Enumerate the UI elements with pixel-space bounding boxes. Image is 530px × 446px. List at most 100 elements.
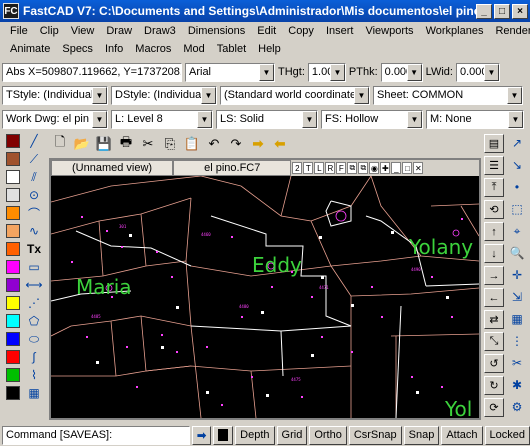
minimize-button[interactable]: _ xyxy=(476,3,492,19)
line-style-select[interactable]: LS: Solid ▼ xyxy=(216,109,318,129)
color-swatch-orange[interactable] xyxy=(6,206,20,220)
view-control-t[interactable]: T xyxy=(303,162,314,174)
menu-specs[interactable]: Specs xyxy=(56,43,99,55)
settings-icon[interactable]: ⚙ xyxy=(507,398,527,416)
node-icon[interactable]: ⋮ xyxy=(507,332,527,350)
trim-icon[interactable]: ✂ xyxy=(507,354,527,372)
properties-icon[interactable]: ▤ xyxy=(484,134,504,153)
redraw-icon[interactable]: ✚ xyxy=(380,162,391,174)
color-swatch-red-orange[interactable] xyxy=(6,242,20,256)
view-control-f[interactable]: F xyxy=(336,162,347,174)
menu-draw3[interactable]: Draw3 xyxy=(138,25,182,37)
menu-workplanes[interactable]: Workplanes xyxy=(420,25,490,37)
view-control-l[interactable]: L xyxy=(314,162,325,174)
work-drawing-select[interactable]: Work Dwg: el pin ▼ xyxy=(2,109,108,129)
ortho-button[interactable]: Ortho xyxy=(309,425,347,445)
current-color-swatch[interactable] xyxy=(213,425,234,445)
color-swatch-yellow[interactable] xyxy=(6,296,20,310)
menu-mod[interactable]: Mod xyxy=(177,43,210,55)
point-icon[interactable]: • xyxy=(507,178,527,196)
chevron-down-icon[interactable]: ▼ xyxy=(201,86,216,104)
arrow-down-icon[interactable]: ↓ xyxy=(484,244,504,263)
depth-button[interactable]: Depth xyxy=(235,425,275,445)
text-height-select[interactable]: 1.00 ▼ xyxy=(307,62,346,82)
redo-icon[interactable]: ↷ xyxy=(226,134,246,154)
chevron-down-icon[interactable]: ▼ xyxy=(302,110,317,128)
close-view-icon[interactable]: ✕ xyxy=(413,162,424,174)
bezier-tool-icon[interactable]: ⌇ xyxy=(24,366,44,384)
layers-view-icon[interactable]: ⧉ xyxy=(358,162,369,174)
attach-button[interactable]: Attach xyxy=(441,425,483,445)
arrow-up-icon[interactable]: ↑ xyxy=(484,222,504,241)
coordinate-system-select[interactable]: (Standard world coordinates ▼ xyxy=(220,85,370,105)
color-swatch-white[interactable] xyxy=(6,170,20,184)
dimension-tool-icon[interactable]: ⟷ xyxy=(24,276,44,294)
cut-icon[interactable]: ✂ xyxy=(138,134,158,154)
stretch-icon[interactable]: ⤡ xyxy=(484,332,504,351)
chevron-down-icon[interactable]: ▼ xyxy=(406,63,422,81)
pan-icon[interactable]: ↘ xyxy=(507,156,527,174)
menu-view[interactable]: View xyxy=(65,25,101,37)
menu-clip[interactable]: Clip xyxy=(34,25,65,37)
tab-file[interactable]: el pino.FC7 xyxy=(173,160,292,176)
rectangle-tool-icon[interactable]: ▭ xyxy=(24,258,44,276)
grid-icon[interactable]: ▦ xyxy=(507,310,527,328)
close-button[interactable]: × xyxy=(512,3,528,19)
fill-style-select[interactable]: FS: Hollow ▼ xyxy=(321,109,423,129)
minimize-view-icon[interactable]: _ xyxy=(391,162,402,174)
new-file-icon[interactable]: 🗋 xyxy=(50,134,70,154)
menu-viewports[interactable]: Viewports xyxy=(359,25,419,37)
menu-help[interactable]: Help xyxy=(252,43,287,55)
chevron-down-icon[interactable]: ▼ xyxy=(354,86,369,104)
flip-icon[interactable]: ⇄ xyxy=(484,310,504,329)
line-width-select[interactable]: 0.000 ▼ xyxy=(455,62,500,82)
chevron-down-icon[interactable]: ▼ xyxy=(483,63,499,81)
color-swatch-magenta[interactable] xyxy=(6,260,20,274)
paste-icon[interactable]: 📋 xyxy=(182,134,202,154)
chevron-down-icon[interactable]: ▼ xyxy=(197,110,212,128)
menu-animate[interactable]: Animate xyxy=(4,43,56,55)
undo-step-icon[interactable]: ↺ xyxy=(484,354,504,373)
menu-insert[interactable]: Insert xyxy=(320,25,360,37)
chevron-down-icon[interactable]: ▼ xyxy=(329,63,345,81)
drawing-canvas[interactable]: 301 4485 4480 4471 4490 4475 4460 Maria … xyxy=(51,176,479,418)
chevron-down-icon[interactable]: ▼ xyxy=(92,110,107,128)
copy-icon[interactable]: ⎘ xyxy=(160,134,180,154)
copy-view-icon[interactable]: ⧉ xyxy=(347,162,358,174)
fastcad-app-icon[interactable]: FC xyxy=(3,3,19,19)
open-folder-icon[interactable]: 📂 xyxy=(72,134,92,154)
material-select[interactable]: M: None ▼ xyxy=(426,109,524,129)
undo-icon[interactable]: ↶ xyxy=(204,134,224,154)
curve-tool-icon[interactable]: ∿ xyxy=(24,222,44,240)
pen-thickness-select[interactable]: 0.000 ▼ xyxy=(380,62,423,82)
explode-icon[interactable]: ✱ xyxy=(507,376,527,394)
chevron-down-icon[interactable]: ▼ xyxy=(92,86,107,104)
color-swatch-cyan[interactable] xyxy=(6,314,20,328)
color-swatch-light-gray[interactable] xyxy=(6,188,20,202)
save-icon[interactable]: 💾 xyxy=(94,134,114,154)
arc-tool-icon[interactable]: ⌒ xyxy=(24,204,44,222)
sheet-select[interactable]: Sheet: COMMON ▼ xyxy=(373,85,523,105)
color-swatch-green[interactable] xyxy=(6,368,20,382)
ellipse-tool-icon[interactable]: ⬭ xyxy=(24,330,44,348)
chevron-down-icon[interactable]: ▼ xyxy=(508,110,523,128)
menu-dimensions[interactable]: Dimensions xyxy=(182,25,251,37)
chevron-down-icon[interactable]: ▼ xyxy=(407,110,422,128)
menu-copy[interactable]: Copy xyxy=(282,25,320,37)
print-icon[interactable]: 🖶 xyxy=(116,134,136,154)
menu-info[interactable]: Info xyxy=(99,43,129,55)
chevron-down-icon[interactable]: ▼ xyxy=(259,63,274,81)
color-swatch-black[interactable] xyxy=(6,386,20,400)
measure-icon[interactable]: ⇲ xyxy=(507,288,527,306)
color-swatch-tan[interactable] xyxy=(6,224,20,238)
zoom-extents-icon[interactable]: ◉ xyxy=(369,162,380,174)
line-tool-icon[interactable]: ╱ xyxy=(24,132,44,150)
color-swatch-maroon[interactable] xyxy=(6,134,20,148)
arrow-left-icon[interactable]: ⬅ xyxy=(270,134,290,154)
circle-tool-icon[interactable]: ⊙ xyxy=(24,186,44,204)
zoom-window-icon[interactable]: ↗ xyxy=(507,134,527,152)
font-select[interactable]: Arial ▼ xyxy=(185,62,275,82)
move-up-icon[interactable]: ⤒ xyxy=(484,178,504,197)
zoom-in-icon[interactable]: 🔍 xyxy=(507,244,527,262)
menu-file[interactable]: File xyxy=(4,25,34,37)
